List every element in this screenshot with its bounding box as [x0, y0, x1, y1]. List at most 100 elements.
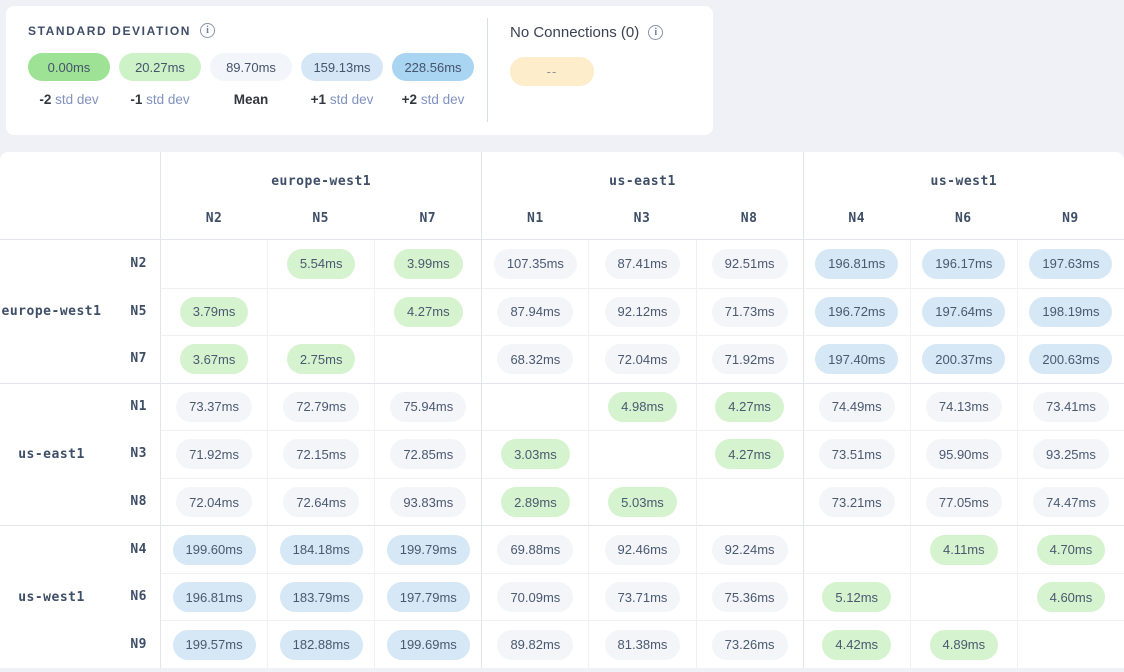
latency-pill[interactable]: 87.41ms: [605, 249, 681, 279]
latency-pill[interactable]: 200.37ms: [922, 344, 1005, 374]
latency-pill[interactable]: 182.88ms: [280, 630, 363, 660]
latency-pill[interactable]: 4.27ms: [715, 392, 784, 422]
latency-pill[interactable]: 199.57ms: [173, 630, 256, 660]
latency-pill[interactable]: 4.42ms: [822, 630, 891, 660]
latency-pill[interactable]: 92.46ms: [605, 535, 681, 565]
latency-cell: 197.64ms: [910, 288, 1017, 336]
legend-item: 228.56ms +2 std dev: [392, 53, 474, 107]
latency-cell: 2.89ms: [481, 478, 588, 526]
latency-pill[interactable]: 196.81ms: [173, 582, 256, 612]
latency-cell: 92.24ms: [696, 525, 803, 573]
latency-pill[interactable]: 93.25ms: [1033, 439, 1109, 469]
latency-pill[interactable]: 200.63ms: [1029, 344, 1112, 374]
no-connections-title: No Connections (0): [510, 24, 639, 41]
latency-pill[interactable]: 92.12ms: [605, 297, 681, 327]
row-node-label: N7: [103, 335, 160, 383]
latency-cell: 72.64ms: [267, 478, 374, 526]
latency-pill[interactable]: 73.41ms: [1033, 392, 1109, 422]
latency-pill[interactable]: 71.92ms: [176, 439, 252, 469]
latency-pill[interactable]: 72.04ms: [176, 487, 252, 517]
latency-pill[interactable]: 72.85ms: [390, 439, 466, 469]
latency-pill[interactable]: 3.99ms: [394, 249, 463, 279]
col-node-label: N5: [267, 198, 374, 240]
latency-pill[interactable]: 73.51ms: [819, 439, 895, 469]
legend-label: -2 std dev: [39, 92, 98, 107]
latency-pill[interactable]: 74.47ms: [1033, 487, 1109, 517]
latency-pill[interactable]: 2.75ms: [287, 344, 356, 374]
self-latency-cell: [910, 573, 1017, 621]
latency-pill[interactable]: 199.60ms: [173, 535, 256, 565]
latency-pill[interactable]: 81.38ms: [605, 630, 681, 660]
latency-pill[interactable]: 93.83ms: [390, 487, 466, 517]
legend-label: Mean: [234, 92, 269, 107]
latency-pill[interactable]: 4.98ms: [608, 392, 677, 422]
latency-pill[interactable]: 95.90ms: [926, 439, 1002, 469]
latency-pill[interactable]: 73.21ms: [819, 487, 895, 517]
latency-pill[interactable]: 4.11ms: [930, 535, 998, 565]
latency-cell: 73.71ms: [588, 573, 695, 621]
latency-pill[interactable]: 72.64ms: [283, 487, 359, 517]
latency-pill[interactable]: 4.70ms: [1037, 535, 1106, 565]
latency-pill[interactable]: 197.64ms: [922, 297, 1005, 327]
latency-cell: 73.37ms: [160, 383, 267, 431]
latency-pill[interactable]: 89.82ms: [497, 630, 573, 660]
latency-pill[interactable]: 196.17ms: [922, 249, 1005, 279]
latency-pill[interactable]: 5.54ms: [287, 249, 356, 279]
latency-pill[interactable]: 74.49ms: [819, 392, 895, 422]
latency-pill[interactable]: 71.73ms: [712, 297, 788, 327]
latency-cell: 73.41ms: [1017, 383, 1124, 431]
latency-pill[interactable]: 184.18ms: [280, 535, 363, 565]
latency-pill[interactable]: 183.79ms: [280, 582, 363, 612]
latency-pill[interactable]: 77.05ms: [926, 487, 1002, 517]
latency-cell: 73.26ms: [696, 620, 803, 668]
latency-pill[interactable]: 3.67ms: [180, 344, 249, 374]
latency-pill[interactable]: 73.37ms: [176, 392, 252, 422]
latency-cell: 196.81ms: [803, 240, 910, 288]
latency-pill[interactable]: 72.04ms: [605, 344, 681, 374]
latency-pill[interactable]: 5.12ms: [822, 582, 891, 612]
latency-pill[interactable]: 196.81ms: [815, 249, 898, 279]
latency-pill[interactable]: 4.27ms: [394, 297, 463, 327]
latency-pill[interactable]: 196.72ms: [815, 297, 898, 327]
no-connections-pill: --: [510, 57, 594, 86]
latency-pill[interactable]: 4.27ms: [715, 439, 784, 469]
latency-pill[interactable]: 197.63ms: [1029, 249, 1112, 279]
latency-pill[interactable]: 4.60ms: [1037, 582, 1106, 612]
row-node-label: N8: [103, 478, 160, 526]
latency-pill[interactable]: 72.79ms: [283, 392, 359, 422]
latency-pill[interactable]: 75.36ms: [712, 582, 788, 612]
info-icon[interactable]: i: [648, 25, 663, 40]
latency-pill[interactable]: 87.94ms: [497, 297, 573, 327]
latency-pill[interactable]: 75.94ms: [390, 392, 466, 422]
latency-cell: 199.69ms: [374, 620, 481, 668]
latency-pill[interactable]: 3.79ms: [180, 297, 249, 327]
latency-pill[interactable]: 71.92ms: [712, 344, 788, 374]
info-icon[interactable]: i: [200, 23, 215, 38]
latency-pill[interactable]: 2.89ms: [501, 487, 570, 517]
latency-pill[interactable]: 68.32ms: [497, 344, 573, 374]
latency-cell: 200.63ms: [1017, 335, 1124, 383]
latency-pill[interactable]: 70.09ms: [497, 582, 573, 612]
latency-pill[interactable]: 197.79ms: [387, 582, 470, 612]
latency-pill[interactable]: 72.15ms: [283, 439, 359, 469]
latency-pill[interactable]: 74.13ms: [926, 392, 1002, 422]
latency-pill[interactable]: 5.03ms: [608, 487, 677, 517]
latency-pill[interactable]: 73.26ms: [712, 630, 788, 660]
latency-pill[interactable]: 199.79ms: [387, 535, 470, 565]
latency-pill[interactable]: 69.88ms: [497, 535, 573, 565]
latency-pill[interactable]: 4.89ms: [930, 630, 999, 660]
latency-pill[interactable]: 197.40ms: [815, 344, 898, 374]
legend-pill: 20.27ms: [119, 53, 201, 81]
latency-pill[interactable]: 198.19ms: [1029, 297, 1112, 327]
row-node-label: N3: [103, 430, 160, 478]
latency-pill[interactable]: 199.69ms: [387, 630, 470, 660]
latency-pill[interactable]: 92.24ms: [712, 535, 788, 565]
latency-cell: 68.32ms: [481, 335, 588, 383]
latency-pill[interactable]: 3.03ms: [501, 439, 570, 469]
row-node-label: N9: [103, 620, 160, 668]
latency-pill[interactable]: 73.71ms: [605, 582, 681, 612]
latency-matrix: europe-west1us-east1us-west1N2N5N7N1N3N8…: [0, 152, 1124, 668]
latency-cell: 182.88ms: [267, 620, 374, 668]
latency-pill[interactable]: 92.51ms: [712, 249, 788, 279]
latency-pill[interactable]: 107.35ms: [494, 249, 577, 279]
